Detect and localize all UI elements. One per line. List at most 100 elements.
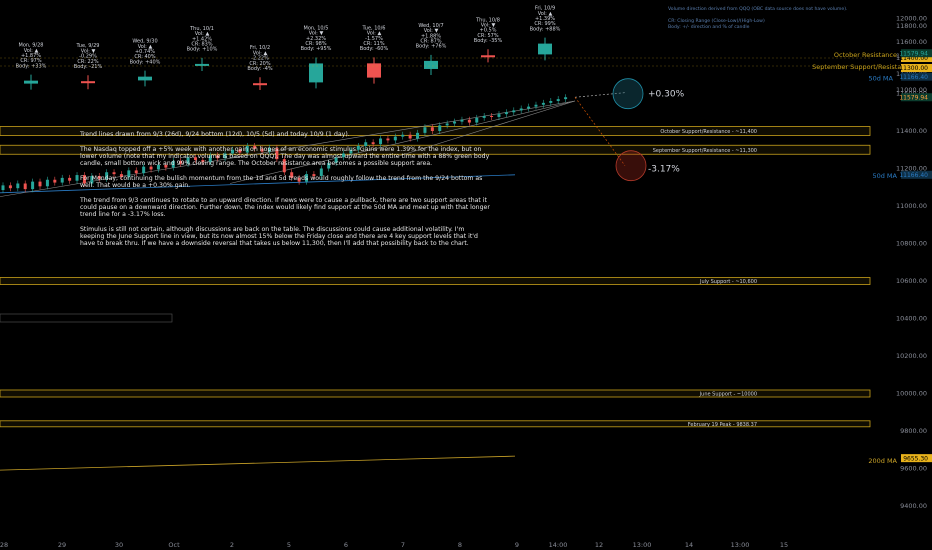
price-tick-label: 9600.00 [900,465,927,473]
time-tick-label: 15 [780,541,788,549]
intraday-candle [564,97,568,100]
intraday-candle [16,183,20,189]
intraday-candle [549,101,553,103]
daily-candle-label: Body: +95% [301,46,332,52]
price-tick-label: 11000.00 [896,202,927,210]
intraday-candle [556,99,560,101]
intraday-candle [490,116,494,117]
daily-candle-label: Body: -21% [74,64,103,70]
analysis-paragraph-5: Stimulus is still not certain, although … [80,225,478,248]
price-tag-close: 11579.94 [899,94,928,101]
time-tick-label: 7 [401,541,405,549]
price-tick-label: 11800.00 [896,22,927,30]
analysis-paragraph-1: Trend lines drawn from 9/3 (26d), 9/24 b… [80,131,350,138]
analysis-paragraph-2: The Nasdaq topped off a +5% week with an… [80,145,490,168]
daily-candle-body [253,83,267,86]
time-tick-label: 2 [230,541,234,549]
analysis-paragraph-4: The trend from 9/3 continues to rotate t… [80,196,490,219]
time-tick-label: 5 [287,541,291,549]
support-band-label: June Support - ~10000 [699,392,757,398]
range-box [0,313,173,323]
time-tick-label: 13:00 [731,541,750,549]
intraday-candle [504,112,508,115]
legend-note-line3: Body: +/- direction and % of candle [668,25,750,30]
intraday-candle [453,121,457,124]
time-tick-label: Oct [168,541,180,549]
intraday-candle [31,181,35,190]
price-tick-label: 9400.00 [900,502,927,510]
intraday-candle [534,104,538,107]
intraday-candle [8,185,12,189]
price-tag-top-close: 11579.94 [899,50,928,57]
price-tick-label: 11600.00 [896,38,927,46]
daily-candle-body [195,63,209,66]
september-support-label: September Support/Resistance [812,63,913,71]
daily-candle-body [24,80,38,84]
intraday-candle [68,177,72,181]
intraday-candle [467,119,471,123]
intraday-candle [460,119,464,122]
price-tick-label: 10800.00 [896,240,927,248]
daily-candle-body [481,55,495,58]
price-tick-label: 9800.00 [900,427,927,435]
intraday-candle [38,181,42,187]
intraday-candle [53,179,57,183]
ma50-top-label: 50d MA [868,75,893,83]
intraday-candle [519,108,523,111]
projection-down-circle [615,150,647,182]
daily-candle-label: Body: -4% [247,66,273,72]
projection-down-label: -3.17% [648,165,680,175]
time-tick-label: 8 [458,541,462,549]
daily-candle-label: Body: +40% [130,59,161,65]
intraday-candle [60,177,64,183]
daily-candle-label: Body: +88% [530,26,561,32]
daily-candle-label: Body: -60% [360,46,389,52]
intraday-candle [1,185,5,191]
support-band-label: July Support - ~10,600 [699,279,757,285]
projection-up-circle [612,78,644,110]
daily-candle-body [81,81,95,84]
legend-note-line1: Volume direction derived from QQQ (OBC d… [668,7,848,12]
ma200-line [0,455,516,471]
daily-candle-label: Body: +33% [16,63,47,69]
time-tick-label: 12 [595,541,603,549]
time-tick-label: 14:00 [549,541,568,549]
chart-canvas: 11800.0011600.0011400.0011200.0011000.00… [0,6,932,549]
ma50-label: 50d MA [872,172,897,180]
daily-candle-body [538,43,552,55]
time-tick-label: 14 [685,541,693,549]
intraday-candle [75,175,79,181]
intraday-candle [512,110,516,113]
price-tick-label: 12000.00 [896,15,927,23]
support-band-label: February 19 Peak - 9838.37 [688,422,757,428]
time-tick-label: 28 [0,541,8,549]
projection-up-label: +0.30% [648,90,685,100]
intraday-candle [445,123,449,126]
price-tick-label: 10200.00 [896,352,927,360]
time-tick-label: 13:00 [633,541,652,549]
price-tick-label: 10600.00 [896,277,927,285]
price-tick-label: 10400.00 [896,315,927,323]
daily-candle-body [367,63,381,78]
analysis-text: Trend lines drawn from 9/3 (26d), 9/24 b… [80,131,490,255]
time-tick-label: 29 [58,541,66,549]
price-tag-ma50: 11166.40 [899,172,928,179]
price-tag-ma50-top: 11166.40 [899,74,928,81]
ma200-label: 200d MA [868,457,897,465]
time-tick-label: 9 [515,541,519,549]
price-tag-ma200: 9655.30 [903,455,928,462]
intraday-candle [482,116,486,118]
intraday-candle [45,179,49,187]
daily-candle-body [424,60,438,69]
legend-note: Volume direction derived from QQQ (OBC d… [668,7,868,31]
price-tick-label: 11400.00 [896,127,927,135]
analysis-paragraph-3: For Monday, continuing the bullish momen… [80,174,483,190]
daily-candle-body [138,76,152,81]
time-tick-label: 30 [115,541,123,549]
intraday-candle [527,106,531,109]
intraday-candle [541,102,545,105]
support-band-label: September Support/Resistance - ~11,300 [653,148,757,154]
daily-candle-label: Body: +10% [187,47,218,53]
october-resistance-label: October Resistance [834,51,897,59]
daily-candle-label: Body: +76% [416,44,447,50]
